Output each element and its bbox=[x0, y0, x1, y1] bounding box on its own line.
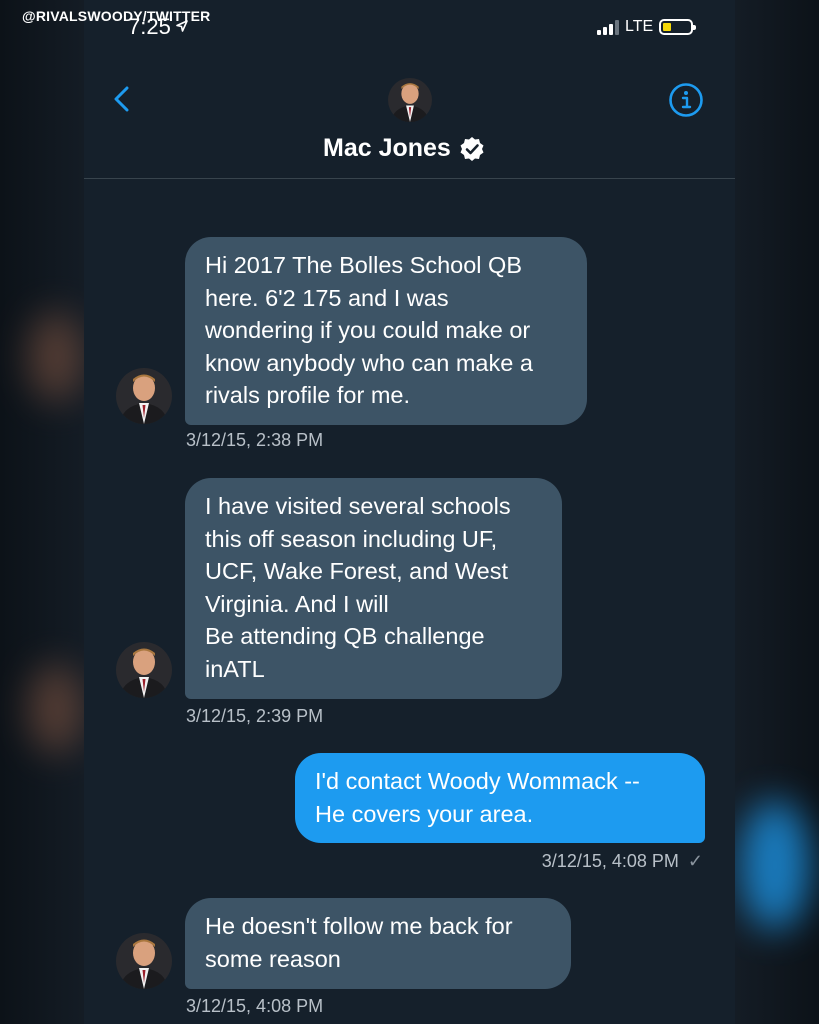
conversation-title: Mac Jones bbox=[323, 134, 485, 163]
sender-avatar[interactable] bbox=[116, 368, 172, 424]
message-line: inATL bbox=[205, 655, 265, 682]
chevron-left-icon[interactable] bbox=[108, 84, 138, 114]
message-line: rivals profile for me. bbox=[205, 382, 411, 408]
message-bubble-incoming[interactable]: I have visited several schools this off … bbox=[185, 478, 562, 699]
message-line: know anybody who can make a bbox=[205, 349, 533, 376]
message-line: some reason bbox=[205, 945, 341, 972]
message-line: Virginia. And I will bbox=[205, 590, 389, 617]
status-indicators: LTE bbox=[597, 18, 697, 36]
watermark: @RIVALSWOODY/TWITTER bbox=[22, 8, 211, 24]
message-bubble-incoming[interactable]: Hi 2017 The Bolles School QB here. 6'2 1… bbox=[185, 237, 587, 425]
message-line: Hi 2017 The Bolles School QB bbox=[205, 252, 522, 278]
battery-icon bbox=[659, 19, 697, 35]
avatar-image bbox=[388, 78, 432, 122]
message-line: I'd contact Woody Wommack -- bbox=[315, 768, 640, 794]
message-timestamp: 3/12/15, 4:08 PM bbox=[541, 851, 679, 871]
avatar-image bbox=[116, 642, 172, 698]
message-timestamp: 3/12/15, 2:39 PM bbox=[186, 706, 324, 726]
header-avatar[interactable] bbox=[388, 78, 432, 122]
avatar-image bbox=[116, 933, 172, 989]
message-line: here. 6'2 175 and I was bbox=[205, 284, 449, 311]
network-label: LTE bbox=[625, 18, 654, 35]
blurred-avatar-left-2 bbox=[28, 664, 84, 754]
blurred-left-edge bbox=[0, 0, 84, 1024]
message-bubble-outgoing[interactable]: I'd contact Woody Wommack -- He covers y… bbox=[295, 753, 705, 843]
message-timestamp: 3/12/15, 2:38 PM bbox=[186, 430, 324, 450]
message-bubble-incoming[interactable]: He doesn't follow me back for some reaso… bbox=[185, 898, 571, 989]
message-line: I have visited several schools bbox=[205, 493, 511, 519]
header-divider bbox=[84, 178, 735, 179]
sender-avatar[interactable] bbox=[116, 642, 172, 698]
message-line: UCF, Wake Forest, and West bbox=[205, 558, 508, 584]
message-line: wondering if you could make or bbox=[205, 317, 531, 343]
message-line: this off season including UF, bbox=[205, 525, 498, 552]
message-line: He covers your area. bbox=[315, 800, 534, 827]
message-line: He doesn't follow me back for bbox=[205, 913, 513, 939]
blurred-bubble-right bbox=[740, 800, 810, 930]
sender-avatar[interactable] bbox=[116, 933, 172, 989]
message-timestamp: 3/12/15, 4:08 PM bbox=[186, 996, 324, 1016]
blurred-avatar-left-1 bbox=[28, 312, 84, 402]
avatar-image bbox=[116, 368, 172, 424]
message-line: Be attending QB challenge bbox=[205, 623, 485, 649]
message-timestamp-outgoing: 3/12/15, 4:08 PM ✓ bbox=[542, 851, 703, 872]
contact-name: Mac Jones bbox=[323, 134, 451, 162]
signal-icon bbox=[597, 19, 619, 35]
info-icon[interactable] bbox=[668, 82, 704, 118]
read-check-icon: ✓ bbox=[687, 851, 703, 871]
verified-badge-icon bbox=[460, 136, 484, 161]
